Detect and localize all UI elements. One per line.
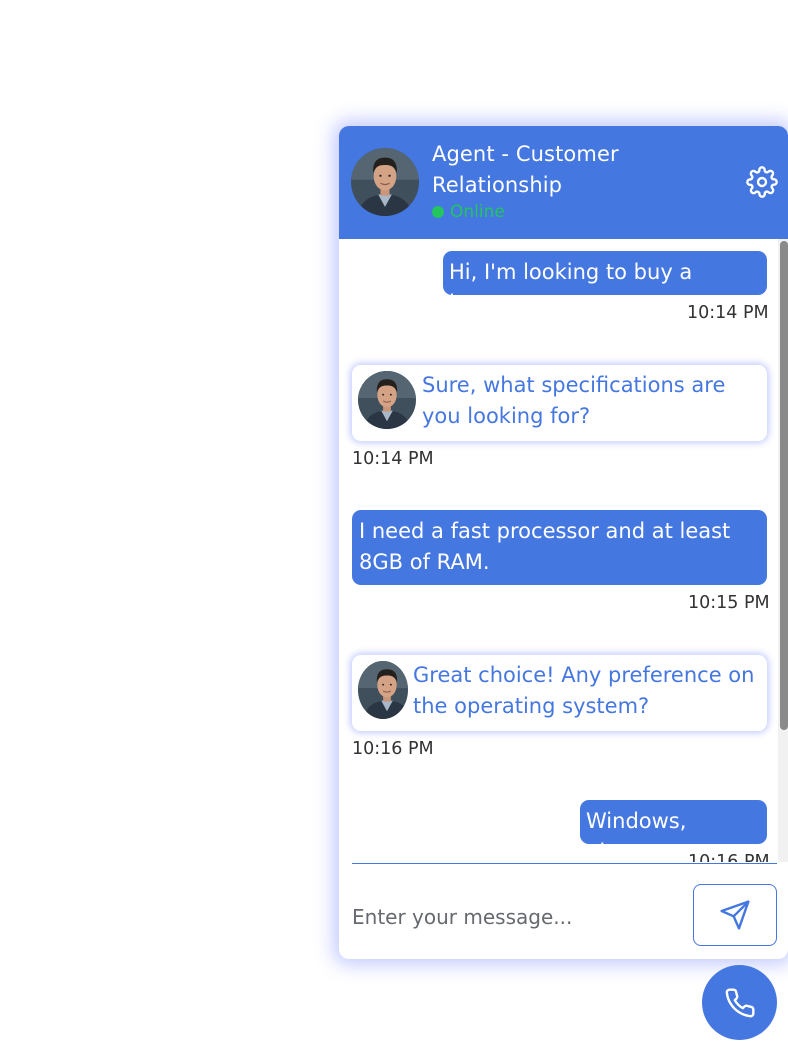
agent-avatar	[351, 148, 419, 216]
message-time: 10:16 PM	[688, 852, 770, 862]
agent-avatar	[358, 661, 408, 719]
agent-avatar	[358, 371, 416, 429]
send-icon	[720, 900, 750, 930]
status-dot-icon	[432, 206, 444, 218]
send-button[interactable]	[693, 884, 777, 946]
composer-divider	[352, 863, 777, 864]
gear-icon	[746, 166, 778, 198]
phone-icon	[725, 987, 755, 1017]
agent-message: Sure, what specifications are you lookin…	[352, 365, 767, 441]
user-message: Windows, please	[580, 800, 767, 862]
message-text: Hi, I'm looking to buy a laptop.	[449, 260, 693, 315]
online-status: Online	[432, 202, 505, 222]
message-list[interactable]: Hi, I'm looking to buy a laptop. 10:14 P…	[339, 239, 788, 862]
scrollbar-thumb[interactable]	[780, 241, 788, 730]
message-text: Great choice! Any preference on the oper…	[413, 663, 755, 718]
chat-header: Agent - Customer Relationship Online	[339, 126, 788, 239]
user-message: I need a fast processor and at least 8GB…	[352, 510, 767, 585]
message-time: 10:16 PM	[352, 739, 434, 759]
user-message: Hi, I'm looking to buy a laptop.	[443, 251, 767, 315]
settings-button[interactable]	[746, 166, 778, 198]
agent-name: Agent - Customer Relationship	[432, 142, 619, 197]
message-text: Windows, please	[586, 809, 687, 862]
message-text: I need a fast processor and at least 8GB…	[359, 519, 731, 574]
agent-message: Great choice! Any preference on the oper…	[352, 655, 767, 731]
message-time: 10:14 PM	[687, 303, 769, 323]
message-text: Sure, what specifications are you lookin…	[422, 373, 726, 428]
chat-widget: Agent - Customer Relationship Online Hi,…	[339, 126, 788, 959]
message-input[interactable]	[352, 897, 682, 937]
call-button[interactable]	[702, 965, 777, 1040]
message-time: 10:14 PM	[352, 449, 434, 469]
message-time: 10:15 PM	[688, 593, 770, 613]
status-label: Online	[450, 202, 505, 222]
